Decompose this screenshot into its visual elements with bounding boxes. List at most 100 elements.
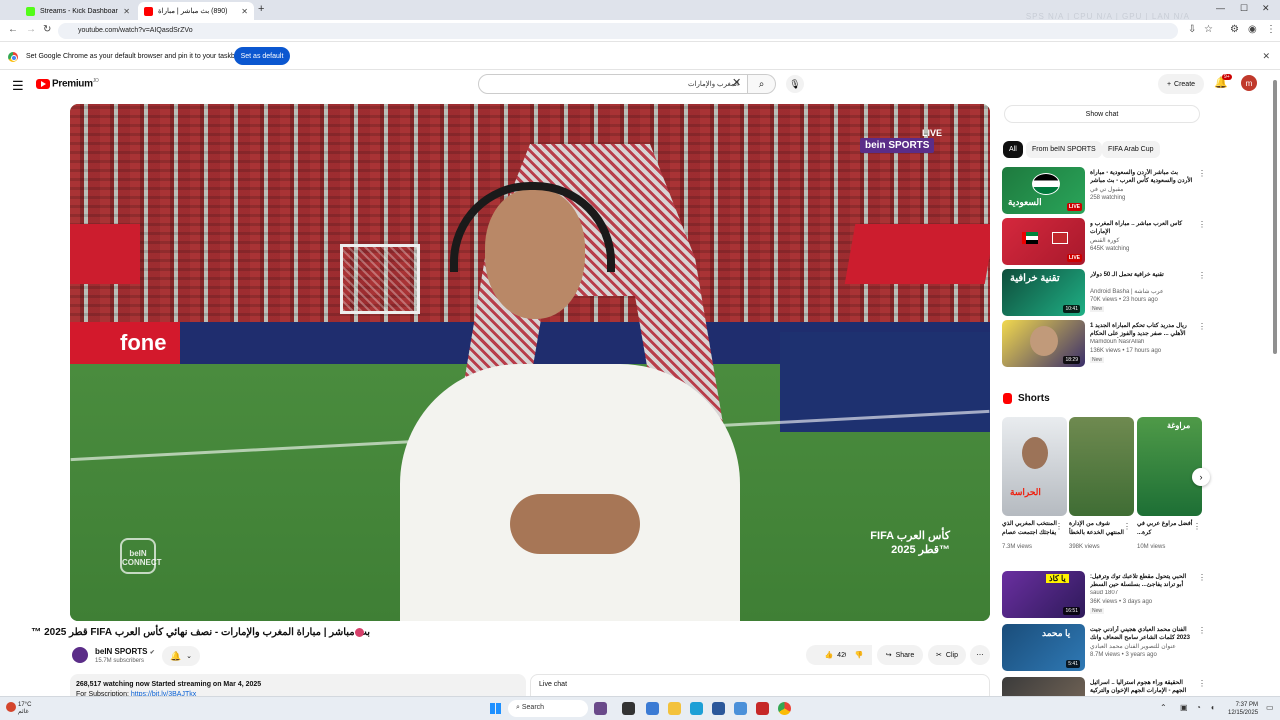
rec-channel[interactable]: Mamdouh NasrAllah bbox=[1090, 339, 1194, 345]
taskbar-search[interactable]: ⌕ Search bbox=[508, 700, 588, 717]
rec-channel[interactable]: عنوان للتصوير الفنان محمد العبادي bbox=[1090, 643, 1194, 650]
clear-search-icon[interactable]: ✕ bbox=[732, 76, 741, 89]
minimize-icon[interactable]: — bbox=[1216, 3, 1225, 13]
tray-chevron-up-icon[interactable]: ⌃ bbox=[1160, 703, 1167, 712]
short-item[interactable]: مراوغة bbox=[1137, 417, 1202, 516]
recommendation-item[interactable]: يا محمد 5:41 الفنان محمد العبادي هجيني أ… bbox=[1002, 624, 1208, 672]
windows-start-icon[interactable] bbox=[490, 703, 501, 714]
channel-avatar[interactable] bbox=[72, 647, 88, 663]
more-vertical-icon[interactable]: ⋮ bbox=[1193, 522, 1201, 531]
voice-search-button[interactable]: 🎙 bbox=[786, 75, 804, 93]
rec-channel[interactable]: saud 1807 bbox=[1090, 590, 1194, 596]
bookmark-star-icon[interactable]: ☆ bbox=[1204, 24, 1213, 35]
create-button[interactable]: + Create bbox=[1158, 74, 1204, 94]
volume-icon[interactable]: ◖ bbox=[1210, 703, 1215, 712]
chrome-icon[interactable] bbox=[778, 702, 791, 715]
share-button[interactable]: ↪ Share bbox=[877, 645, 923, 665]
video-thumbnail[interactable]: 18:29 bbox=[1002, 320, 1085, 367]
recommendation-item[interactable]: الحقيقة وراء هجوم استراليا .. اسرائيل ال… bbox=[1002, 677, 1208, 696]
close-tab-icon[interactable]: ✕ bbox=[123, 7, 130, 16]
face-icon bbox=[1022, 437, 1048, 469]
back-icon[interactable]: ← bbox=[8, 24, 18, 35]
video-thumbnail[interactable]: يا محمد 5:41 bbox=[1002, 624, 1085, 671]
recommendation-item[interactable]: LIVE كأس العرب مباشر .. مباراة المغرب و … bbox=[1002, 218, 1208, 266]
edge-icon[interactable] bbox=[690, 702, 703, 715]
reload-icon[interactable]: ↻ bbox=[43, 24, 51, 35]
dislike-button[interactable]: 👎 bbox=[846, 645, 872, 665]
video-thumbnail[interactable]: السعودية LIVE bbox=[1002, 167, 1085, 214]
clip-button[interactable]: ✂ Clip bbox=[928, 645, 966, 665]
weather-widget[interactable]: 17°C غائم bbox=[18, 702, 31, 716]
video-thumbnail[interactable] bbox=[1002, 677, 1085, 696]
thumbs-up-icon: 👍 bbox=[824, 652, 834, 659]
live-chat-label: Live chat bbox=[539, 681, 568, 688]
file-explorer-icon[interactable] bbox=[668, 702, 681, 715]
more-vertical-icon[interactable]: ⋮ bbox=[1198, 626, 1206, 635]
rec-channel[interactable]: Android Basha | عرب شاشة bbox=[1090, 288, 1194, 295]
fifa-mark-line2: قطر 2025™ bbox=[891, 544, 950, 556]
more-vertical-icon[interactable]: ⋮ bbox=[1198, 220, 1206, 229]
more-vertical-icon[interactable]: ⋮ bbox=[1123, 522, 1131, 531]
tab-kick-dashboard[interactable]: Streams - Kick Dashboard ✕ bbox=[20, 2, 136, 20]
taskbar-app-icon[interactable] bbox=[712, 702, 725, 715]
video-thumbnail[interactable]: يا كاذ 16:51 bbox=[1002, 571, 1085, 618]
video-thumbnail[interactable]: LIVE bbox=[1002, 218, 1085, 265]
short-item[interactable] bbox=[1069, 417, 1134, 516]
wifi-icon[interactable]: ◔ bbox=[1196, 703, 1201, 712]
account-avatar[interactable]: m bbox=[1241, 75, 1257, 91]
recommendation-item[interactable]: تقنية خرافية 10:41 تقنية خرافية تحمل الـ… bbox=[1002, 269, 1208, 317]
url-field[interactable]: youtube.com/watch?v=AIQasdSrZVo bbox=[58, 23, 1178, 39]
channel-name[interactable]: beIN SPORTS ✔ bbox=[95, 647, 155, 656]
bell-icon: 🔔 bbox=[169, 650, 182, 661]
youtube-brand[interactable]: PremiumJO bbox=[52, 78, 99, 89]
maximize-icon[interactable]: ☐ bbox=[1240, 3, 1248, 14]
chip-all[interactable]: All bbox=[1003, 141, 1023, 158]
subscription-bell-button[interactable]: 🔔 ⌄ bbox=[162, 646, 200, 666]
more-actions-button[interactable]: ⋯ bbox=[970, 645, 990, 665]
recommendation-item[interactable]: 18:29 ريال مدريد كتاب تحكم المباراة الجد… bbox=[1002, 320, 1208, 368]
more-vertical-icon[interactable]: ⋮ bbox=[1198, 169, 1206, 178]
chip-from-bein[interactable]: From beIN SPORTS bbox=[1026, 141, 1102, 158]
forward-icon[interactable]: → bbox=[26, 24, 36, 35]
short-views: 10M views bbox=[1137, 544, 1166, 550]
close-window-icon[interactable]: ✕ bbox=[1262, 3, 1270, 14]
more-vertical-icon[interactable]: ⋮ bbox=[1198, 322, 1206, 331]
task-view-icon[interactable] bbox=[622, 702, 635, 715]
recommendation-item[interactable]: يا كاذ 16:51 الحبي يتحول مقطع تلاعبك توك… bbox=[1002, 571, 1208, 619]
more-vertical-icon[interactable]: ⋮ bbox=[1198, 573, 1206, 582]
tray-app-icon[interactable]: ▣ bbox=[1180, 703, 1188, 712]
more-vertical-icon[interactable]: ⋮ bbox=[1055, 522, 1063, 531]
rec-channel[interactable]: كورة القنص bbox=[1090, 237, 1194, 244]
more-vertical-icon[interactable]: ⋮ bbox=[1198, 271, 1206, 280]
profile-icon[interactable]: ◉ bbox=[1248, 24, 1257, 35]
chevron-right-icon[interactable]: › bbox=[1192, 468, 1210, 486]
notifications-icon[interactable]: ▭ bbox=[1266, 703, 1274, 712]
youtube-logo-icon[interactable] bbox=[36, 79, 50, 89]
shorts-section-title: Shorts bbox=[1003, 393, 1050, 404]
search-button[interactable]: ⌕ bbox=[748, 74, 776, 94]
new-tab-icon[interactable]: + bbox=[258, 3, 264, 15]
rec-channel[interactable]: مقبول تي في bbox=[1090, 186, 1194, 193]
recommendation-item[interactable]: السعودية LIVE بث مباشر الأردن والسعودية … bbox=[1002, 167, 1208, 215]
taskbar-clock[interactable]: 7:37 PM 12/15/2025 bbox=[1228, 701, 1258, 717]
set-default-button[interactable]: Set as default bbox=[234, 47, 290, 65]
tab-youtube-video[interactable]: (890) بث مباشر | مباراة ✕ bbox=[138, 2, 254, 20]
close-tab-icon[interactable]: ✕ bbox=[241, 7, 248, 16]
more-vertical-icon[interactable]: ⋮ bbox=[1198, 679, 1206, 688]
taskbar-app-icon[interactable] bbox=[594, 702, 607, 715]
show-chat-button[interactable]: Show chat bbox=[1004, 105, 1200, 123]
hamburger-menu-icon[interactable]: ☰ bbox=[12, 78, 24, 94]
search-input[interactable]: المغرب والإمارات bbox=[478, 74, 748, 94]
extensions-icon[interactable]: ⚙ bbox=[1230, 24, 1239, 35]
browser-menu-icon[interactable]: ⋮ bbox=[1266, 24, 1276, 35]
infobar-close-icon[interactable]: ✕ bbox=[1262, 51, 1270, 62]
video-thumbnail[interactable]: تقنية خرافية 10:41 bbox=[1002, 269, 1085, 316]
install-icon[interactable]: ⇩ bbox=[1188, 24, 1196, 35]
taskbar-app-icon[interactable] bbox=[734, 702, 747, 715]
chip-fifa-arab-cup[interactable]: FIFA Arab Cup bbox=[1102, 141, 1160, 158]
short-item[interactable]: الحراسة bbox=[1002, 417, 1067, 516]
taskbar-app-icon[interactable] bbox=[646, 702, 659, 715]
page-scrollbar[interactable] bbox=[1273, 80, 1277, 354]
video-player[interactable]: fone LIVE bein SPORTS beIN CONNECT FIFA … bbox=[70, 104, 990, 621]
taskbar-app-icon[interactable] bbox=[756, 702, 769, 715]
